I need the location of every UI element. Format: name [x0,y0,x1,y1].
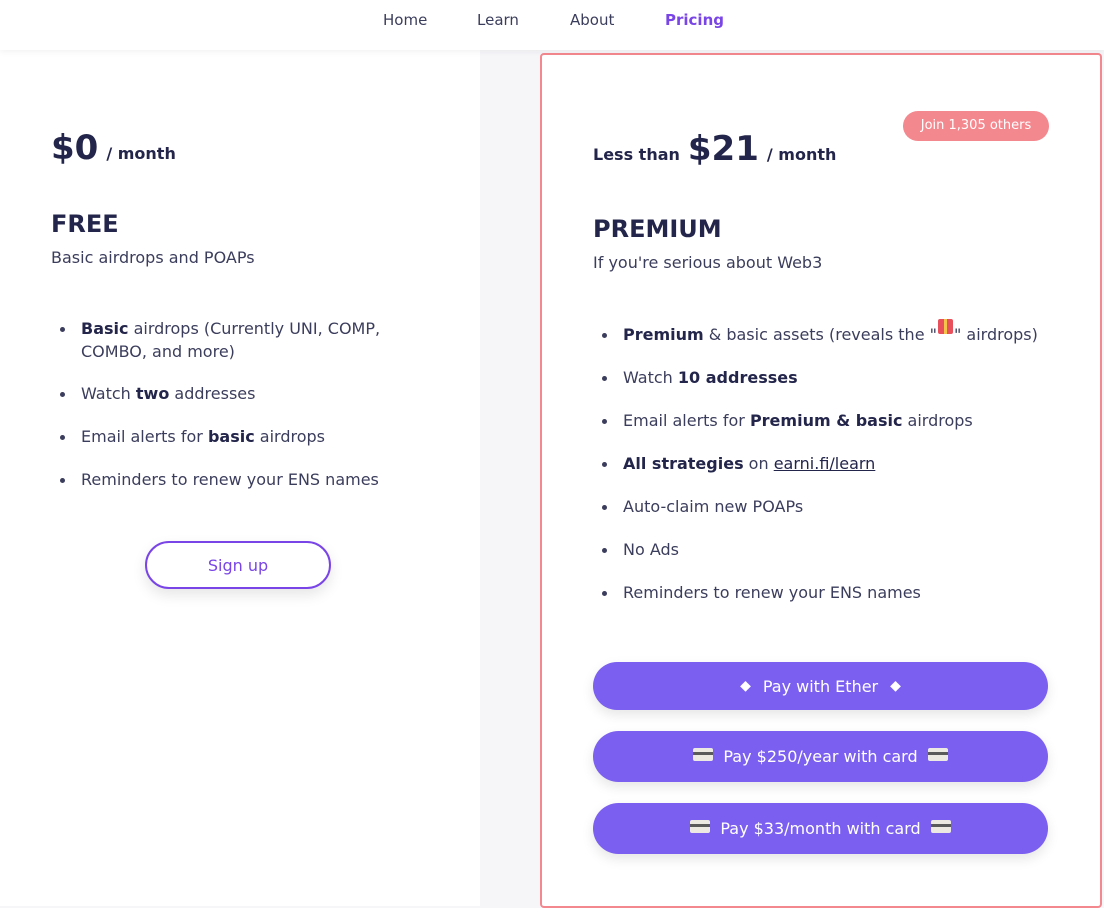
premium-price-unit: / month [766,145,837,164]
ethereum-icon: ◆ [890,678,901,694]
pay-monthly-label: Pay $33/month with card [720,819,921,838]
premium-feature-item: All strategies on earni.fi/learn [593,452,1063,475]
free-feature-item: Watch two addresses [51,382,391,405]
premium-feature-item: Email alerts for Premium & basic airdrop… [593,409,1063,432]
free-plan-title: FREE [51,210,119,238]
free-feature-list: Basic airdrops (Currently UNI, COMP, COM… [51,317,391,491]
credit-card-icon [693,748,714,761]
credit-card-icon [927,748,948,761]
nav-pricing-link[interactable]: Pricing [665,11,724,29]
free-price-amount: $0 [51,128,99,168]
join-others-badge: Join 1,305 others [903,111,1049,141]
premium-feature-list: Premium & basic assets (reveals the " " a… [593,319,1063,604]
premium-plan-card: Join 1,305 others Less than $21 / month … [540,53,1102,908]
learn-link[interactable]: earni.fi/learn [774,454,876,473]
free-price-unit: / month [106,144,176,163]
premium-feature-item: Premium & basic assets (reveals the " " a… [593,319,1063,346]
free-feature-item: Reminders to renew your ENS names [51,468,391,491]
premium-feature-item: No Ads [593,538,1063,561]
pay-with-ether-button[interactable]: ◆ Pay with Ether ◆ [593,662,1048,710]
premium-price: Less than $21 / month [593,129,836,169]
gift-icon [937,319,953,334]
premium-feature-item: Reminders to renew your ENS names [593,581,1063,604]
pay-yearly-label: Pay $250/year with card [723,747,918,766]
premium-feature-item: Auto-claim new POAPs [593,495,1063,518]
nav-about-link[interactable]: About [570,11,614,29]
premium-price-prefix: Less than [593,145,680,164]
free-plan-card: $0 / month FREE Basic airdrops and POAPs… [0,50,480,906]
premium-plan-subtitle: If you're serious about Web3 [593,253,823,272]
pay-yearly-card-button[interactable]: Pay $250/year with card [593,731,1048,782]
pay-monthly-card-button[interactable]: Pay $33/month with card [593,803,1048,854]
free-plan-subtitle: Basic airdrops and POAPs [51,248,255,267]
nav-home-link[interactable]: Home [383,11,427,29]
top-nav: Home Learn About Pricing [0,0,1104,50]
ethereum-icon: ◆ [740,678,751,694]
premium-plan-title: PREMIUM [593,215,722,243]
premium-feature-item: Watch 10 addresses [593,366,1063,389]
credit-card-icon [930,820,951,833]
free-feature-item: Email alerts for basic airdrops [51,425,391,448]
premium-price-amount: $21 [687,129,759,169]
free-price: $0 / month [51,128,176,168]
free-feature-item: Basic airdrops (Currently UNI, COMP, COM… [51,317,391,363]
signup-button[interactable]: Sign up [145,541,331,589]
credit-card-icon [690,820,711,833]
pay-with-ether-label: Pay with Ether [762,676,879,696]
nav-learn-link[interactable]: Learn [477,11,519,29]
